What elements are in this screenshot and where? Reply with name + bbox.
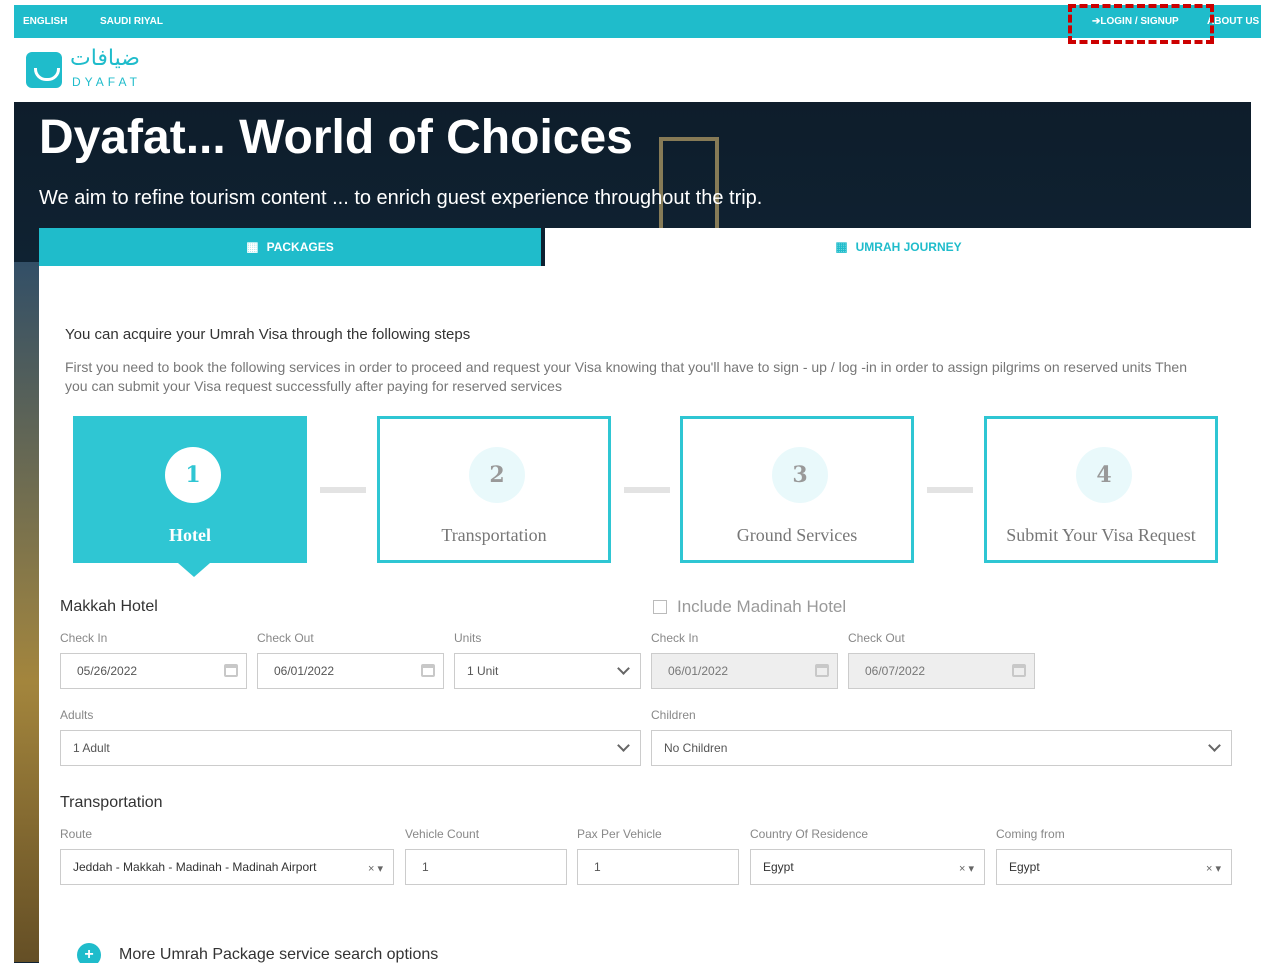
clear-and-dropdown-icon[interactable]: × ▾	[1206, 862, 1221, 875]
step-connector	[320, 487, 366, 493]
coming-from-select[interactable]: Egypt × ▾	[996, 849, 1232, 885]
country-of-residence-label: Country Of Residence	[750, 827, 869, 841]
plus-icon[interactable]: +	[77, 943, 101, 963]
page: ENGLISH SAUDI RIYAL ➔LOGIN / SIGNUP ABOU…	[0, 0, 1261, 963]
active-step-pointer	[178, 563, 210, 577]
step-ground-services[interactable]: 3 Ground Services	[680, 416, 914, 563]
makkah-checkout-label: Check Out	[257, 631, 314, 645]
vehicle-count-label: Vehicle Count	[405, 827, 480, 841]
logo-icon[interactable]	[26, 52, 62, 88]
step-label: Transportation	[441, 525, 547, 545]
right-edge	[1251, 0, 1261, 963]
madinah-checkin-label: Check In	[651, 631, 699, 645]
pax-per-vehicle-label: Pax Per Vehicle	[577, 827, 662, 841]
units-label: Units	[454, 631, 482, 645]
vehicle-count-input[interactable]: 1	[405, 849, 567, 885]
about-us-link[interactable]: ABOUT US	[1207, 16, 1259, 27]
adults-select[interactable]: 1 Adult	[60, 730, 641, 766]
makkah-hotel-title: Makkah Hotel	[60, 598, 158, 615]
country-of-residence-value: Egypt	[763, 860, 794, 874]
pax-per-vehicle-value: 1	[594, 860, 601, 874]
madinah-checkout-input[interactable]: 06/07/2022	[848, 653, 1035, 689]
vehicle-count-value: 1	[422, 860, 429, 874]
step-transportation[interactable]: 2 Transportation	[377, 416, 611, 563]
step-hotel[interactable]: 1 Hotel	[73, 416, 307, 563]
include-madinah-checkbox[interactable]	[653, 600, 667, 614]
step-submit-visa[interactable]: 4 Submit Your Visa Request	[984, 416, 1218, 563]
adults-value: 1 Adult	[73, 741, 110, 755]
language-selector[interactable]: ENGLISH	[23, 16, 67, 27]
coming-from-label: Coming from	[996, 827, 1065, 841]
route-value: Jeddah - Makkah - Madinah - Madinah Airp…	[73, 860, 317, 874]
visa-steps-title: You can acquire your Umrah Visa through …	[65, 326, 471, 343]
tab-umrah-journey[interactable]: ▦ UMRAH JOURNEY	[545, 228, 1252, 266]
madinah-checkout-value: 06/07/2022	[865, 664, 926, 678]
children-select[interactable]: No Children	[651, 730, 1232, 766]
madinah-checkout-label: Check Out	[848, 631, 905, 645]
transportation-title: Transportation	[60, 794, 163, 811]
pax-per-vehicle-input[interactable]: 1	[577, 849, 739, 885]
bed-icon: ▦	[246, 239, 259, 254]
chevron-down-icon	[1208, 739, 1221, 752]
tab-packages-label: PACKAGES	[266, 240, 334, 254]
tab-umrah-journey-label: UMRAH JOURNEY	[855, 240, 962, 254]
children-value: No Children	[664, 741, 728, 755]
makkah-checkin-input[interactable]: 05/26/2022	[60, 653, 247, 689]
chevron-down-icon	[617, 662, 630, 675]
hero-subtitle: We aim to refine tourism content ... to …	[39, 187, 763, 209]
step-number: 1	[165, 447, 221, 503]
madinah-checkin-value: 06/01/2022	[668, 664, 729, 678]
step-connector	[927, 487, 973, 493]
tab-packages[interactable]: ▦ PACKAGES	[39, 228, 541, 266]
makkah-checkout-value: 06/01/2022	[274, 664, 335, 678]
bed-icon: ▦	[835, 239, 848, 254]
calendar-icon[interactable]	[224, 664, 238, 677]
step-connector	[624, 487, 670, 493]
search-panel: You can acquire your Umrah Visa through …	[39, 266, 1252, 963]
units-value: 1 Unit	[467, 664, 499, 678]
calendar-icon[interactable]	[421, 664, 435, 677]
login-highlight-box	[1068, 4, 1214, 44]
calendar-icon	[815, 664, 829, 677]
step-number: 2	[469, 447, 525, 503]
madinah-checkin-input[interactable]: 06/01/2022	[651, 653, 838, 689]
adults-label: Adults	[60, 708, 94, 722]
include-madinah-label[interactable]: Include Madinah Hotel	[677, 597, 846, 617]
more-search-options-link[interactable]: More Umrah Package service search option…	[119, 946, 438, 963]
calendar-icon	[1012, 664, 1026, 677]
route-label: Route	[60, 827, 93, 841]
hero-title: Dyafat... World of Choices	[39, 111, 633, 164]
makkah-checkout-input[interactable]: 06/01/2022	[257, 653, 444, 689]
logo-bar: ضيافات DYAFAT	[14, 38, 1261, 102]
makkah-checkin-label: Check In	[60, 631, 108, 645]
route-select[interactable]: Jeddah - Makkah - Madinah - Madinah Airp…	[60, 849, 394, 885]
step-label: Submit Your Visa Request	[1006, 525, 1196, 545]
clear-and-dropdown-icon[interactable]: × ▾	[959, 862, 974, 875]
country-of-residence-select[interactable]: Egypt × ▾	[750, 849, 985, 885]
step-label: Ground Services	[736, 525, 858, 545]
logo-english-text[interactable]: DYAFAT	[72, 75, 141, 89]
step-number: 3	[772, 447, 828, 503]
step-label: Hotel	[169, 525, 211, 545]
step-number: 4	[1076, 447, 1132, 503]
children-label: Children	[651, 708, 696, 722]
makkah-checkin-value: 05/26/2022	[77, 664, 138, 678]
chevron-down-icon	[617, 739, 630, 752]
visa-steps-description: First you need to book the following ser…	[65, 359, 1187, 394]
clear-and-dropdown-icon[interactable]: × ▾	[368, 862, 383, 875]
left-edge	[0, 0, 14, 963]
units-select[interactable]: 1 Unit	[454, 653, 641, 689]
logo-arabic-text[interactable]: ضيافات	[70, 46, 140, 71]
coming-from-value: Egypt	[1009, 860, 1040, 874]
currency-selector[interactable]: SAUDI RIYAL	[100, 16, 163, 27]
